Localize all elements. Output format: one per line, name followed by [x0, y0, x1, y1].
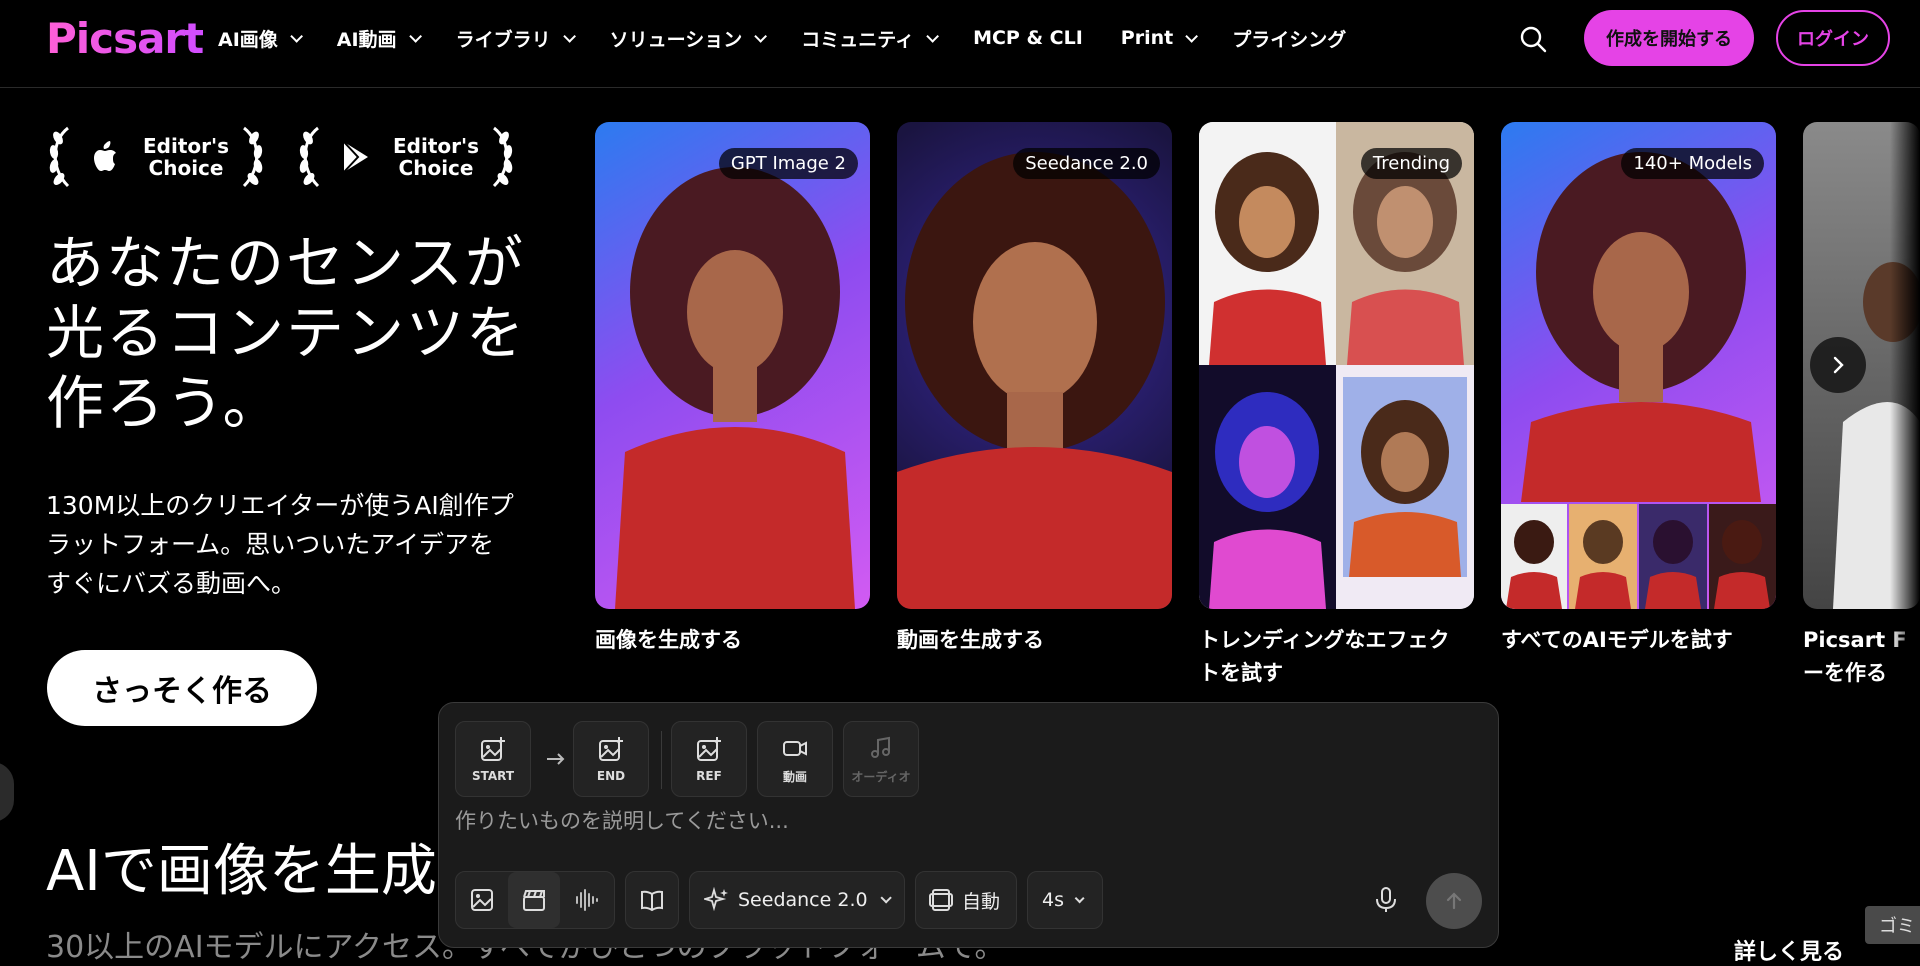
sparkle-icon: [704, 887, 728, 912]
laurel-right-icon: [492, 126, 513, 188]
award-badge-apple: Editor's Choice: [46, 124, 266, 190]
carousel-next-button[interactable]: [1810, 337, 1866, 393]
card-all-ai-models[interactable]: 140+ Models: [1501, 122, 1776, 609]
learn-more-link[interactable]: 詳しく見る: [1734, 934, 1844, 966]
award-badge-google-play: Editor's Choice: [296, 124, 516, 190]
google-play-icon: [343, 141, 368, 173]
video-slot[interactable]: 動画: [757, 721, 833, 797]
chevron-down-icon: [880, 892, 892, 904]
carousel-fade: [1890, 100, 1920, 680]
section-title: AIで画像を生成: [46, 839, 437, 904]
laurel-left-icon: [49, 126, 70, 188]
image-icon: [471, 889, 493, 911]
prompt-guide-button[interactable]: [625, 871, 679, 929]
image-add-icon: [697, 737, 721, 761]
portrait-image: [897, 152, 1172, 609]
card-generate-image[interactable]: GPT Image 2: [595, 122, 870, 609]
audio-mode-button[interactable]: [560, 872, 612, 928]
end-frame-slot[interactable]: END: [573, 721, 649, 797]
prompt-input[interactable]: [455, 803, 1455, 839]
picsart-logo[interactable]: Picsart: [46, 14, 204, 63]
waveform-icon: [576, 889, 598, 911]
chevron-down-icon: [290, 29, 303, 43]
duration-selector[interactable]: 4s: [1027, 871, 1103, 929]
aspect-ratio-icon: [929, 889, 953, 911]
hero-title: あなたのセンスが 光るコンテンツを 作ろう。: [46, 229, 527, 437]
card-caption[interactable]: 画像を生成する: [595, 624, 870, 657]
card-caption[interactable]: トレンディングなエフェク トを試す: [1199, 624, 1474, 690]
chevron-right-icon: [1833, 356, 1844, 374]
portrait-image: [615, 167, 855, 609]
chevron-down-icon: [754, 29, 768, 43]
arrow-up-icon: [1446, 892, 1462, 910]
award-text: Editor's Choice: [142, 134, 230, 180]
start-frame-slot[interactable]: START: [455, 721, 531, 797]
menu-item-ai-video[interactable]: AI動画: [337, 25, 422, 52]
login-button[interactable]: ログイン: [1776, 10, 1890, 66]
microphone-icon[interactable]: [1371, 885, 1401, 915]
image-add-icon: [599, 737, 623, 761]
menu-item-print[interactable]: Print: [1121, 27, 1199, 49]
clapperboard-icon: [523, 890, 545, 911]
laurel-left-icon: [299, 126, 320, 188]
search-icon[interactable]: [1518, 24, 1548, 54]
main-menu: AI画像 AI動画 ライブラリ ソリューション コミュニティ MCP & CLI…: [218, 0, 1346, 76]
chevron-down-icon: [1185, 29, 1199, 43]
send-button[interactable]: [1426, 873, 1482, 929]
chevron-down-icon: [1074, 892, 1085, 903]
trash-tooltip: ゴミ: [1865, 906, 1920, 944]
top-nav: Picsart AI画像 AI動画 ライブラリ ソリューション コミュニティ M…: [0, 0, 1920, 88]
side-handle[interactable]: [0, 762, 14, 822]
arrow-right-icon: [547, 753, 565, 765]
video-mode-button[interactable]: [508, 872, 560, 928]
card-generate-video[interactable]: Seedance 2.0: [897, 122, 1172, 609]
model-selector[interactable]: Seedance 2.0: [689, 871, 905, 929]
book-open-icon: [626, 872, 678, 928]
start-creating-button[interactable]: 作成を開始する: [1584, 10, 1754, 66]
menu-item-solutions[interactable]: ソリューション: [610, 25, 768, 52]
apple-icon: [94, 141, 116, 171]
image-mode-button[interactable]: [456, 872, 508, 928]
chevron-down-icon: [562, 29, 576, 43]
get-started-button[interactable]: さっそく作る: [47, 650, 317, 726]
card-trending-effects[interactable]: Trending: [1199, 122, 1474, 609]
music-icon: [871, 736, 890, 758]
card-tag: Seedance 2.0: [1013, 148, 1160, 179]
prompt-composer: START END REF 動画 オーディオ Seedance: [438, 702, 1499, 948]
chevron-down-icon: [408, 29, 422, 43]
card-tag: GPT Image 2: [718, 148, 858, 179]
card-caption[interactable]: 動画を生成する: [897, 624, 1172, 657]
audio-slot[interactable]: オーディオ: [843, 721, 919, 797]
effects-collage-image: [1199, 122, 1474, 609]
video-icon: [783, 740, 807, 756]
menu-item-ai-image[interactable]: AI画像: [218, 25, 303, 52]
chevron-down-icon: [926, 29, 940, 43]
laurel-right-icon: [242, 126, 263, 188]
menu-item-library[interactable]: ライブラリ: [456, 25, 576, 52]
divider: [661, 731, 662, 789]
image-add-icon: [481, 737, 505, 761]
menu-item-pricing[interactable]: プライシング: [1232, 25, 1346, 52]
menu-item-community[interactable]: コミュニティ: [801, 25, 940, 52]
media-type-toggle: [455, 871, 615, 929]
card-caption[interactable]: すべてのAIモデルを試す: [1501, 624, 1776, 657]
portrait-image: [1501, 152, 1776, 609]
reference-slot[interactable]: REF: [671, 721, 747, 797]
card-tag: Trending: [1360, 148, 1462, 179]
hero-subtitle: 130M以上のクリエイターが使うAI創作プ ラットフォーム。思いついたアイデアを…: [46, 491, 514, 598]
card-tag: 140+ Models: [1621, 148, 1764, 179]
award-text: Editor's Choice: [392, 134, 480, 180]
aspect-ratio-selector[interactable]: 自動: [915, 871, 1017, 929]
menu-item-mcp-cli[interactable]: MCP & CLI: [973, 27, 1083, 49]
